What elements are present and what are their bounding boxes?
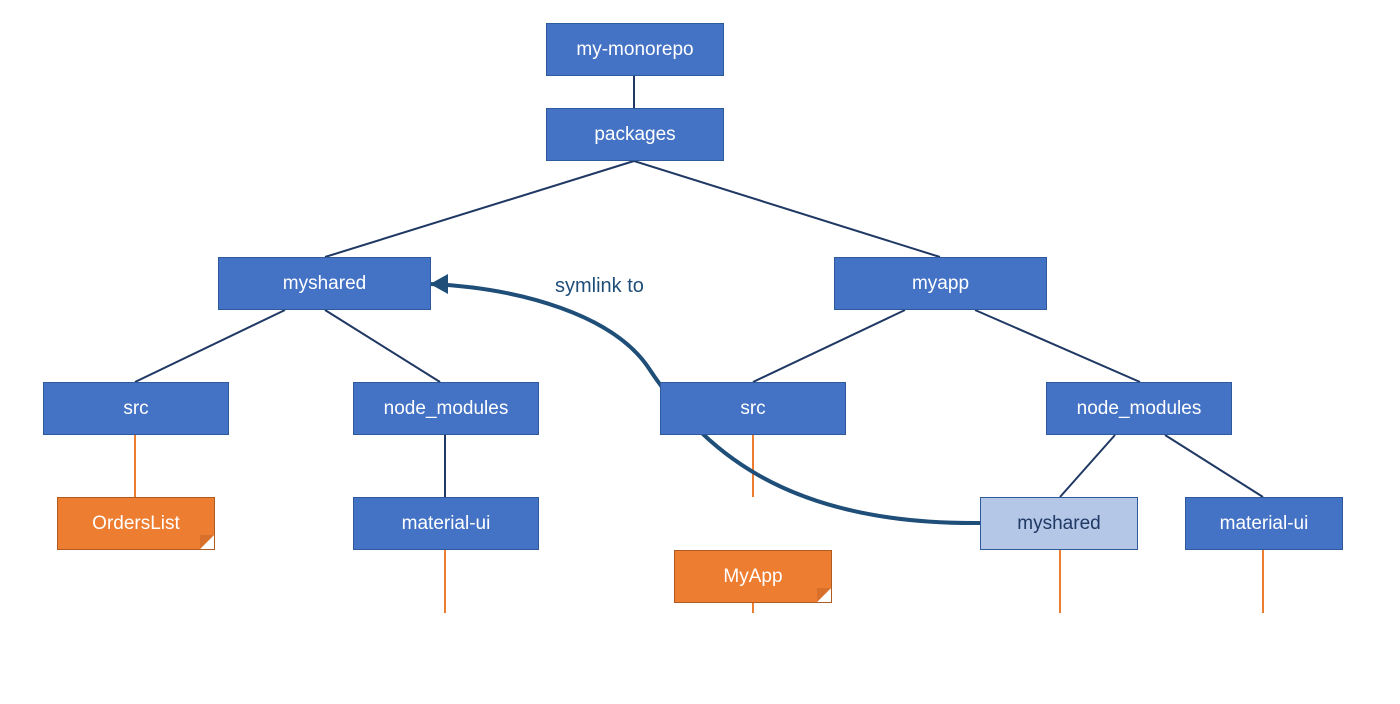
dog-ear-icon — [200, 535, 214, 549]
node-myapp: myapp — [834, 257, 1047, 310]
node-app-node-modules: node_modules — [1046, 382, 1232, 435]
node-label: src — [740, 398, 765, 420]
node-orders-list: OrdersList — [57, 497, 215, 550]
node-label: material-ui — [402, 513, 491, 535]
node-shared-src: src — [43, 382, 229, 435]
symlink-label: symlink to — [555, 275, 644, 298]
node-label: MyApp — [723, 566, 782, 588]
node-label: myshared — [283, 273, 366, 295]
node-packages: packages — [546, 108, 724, 161]
node-label: OrdersList — [92, 513, 180, 535]
node-app-src: src — [660, 382, 846, 435]
node-myshared-symlink: myshared — [980, 497, 1138, 550]
node-material-ui-right: material-ui — [1185, 497, 1343, 550]
node-material-ui-left: material-ui — [353, 497, 539, 550]
node-label: node_modules — [1077, 398, 1202, 420]
node-my-monorepo: my-monorepo — [546, 23, 724, 76]
dog-ear-icon — [817, 588, 831, 602]
node-label: my-monorepo — [576, 39, 693, 61]
node-shared-node-modules: node_modules — [353, 382, 539, 435]
node-label: src — [123, 398, 148, 420]
node-myshared: myshared — [218, 257, 431, 310]
node-label: myapp — [912, 273, 969, 295]
node-myapp-file: MyApp — [674, 550, 832, 603]
node-label: node_modules — [384, 398, 509, 420]
node-label: packages — [594, 124, 675, 146]
node-label: myshared — [1017, 513, 1100, 535]
node-label: material-ui — [1220, 513, 1309, 535]
